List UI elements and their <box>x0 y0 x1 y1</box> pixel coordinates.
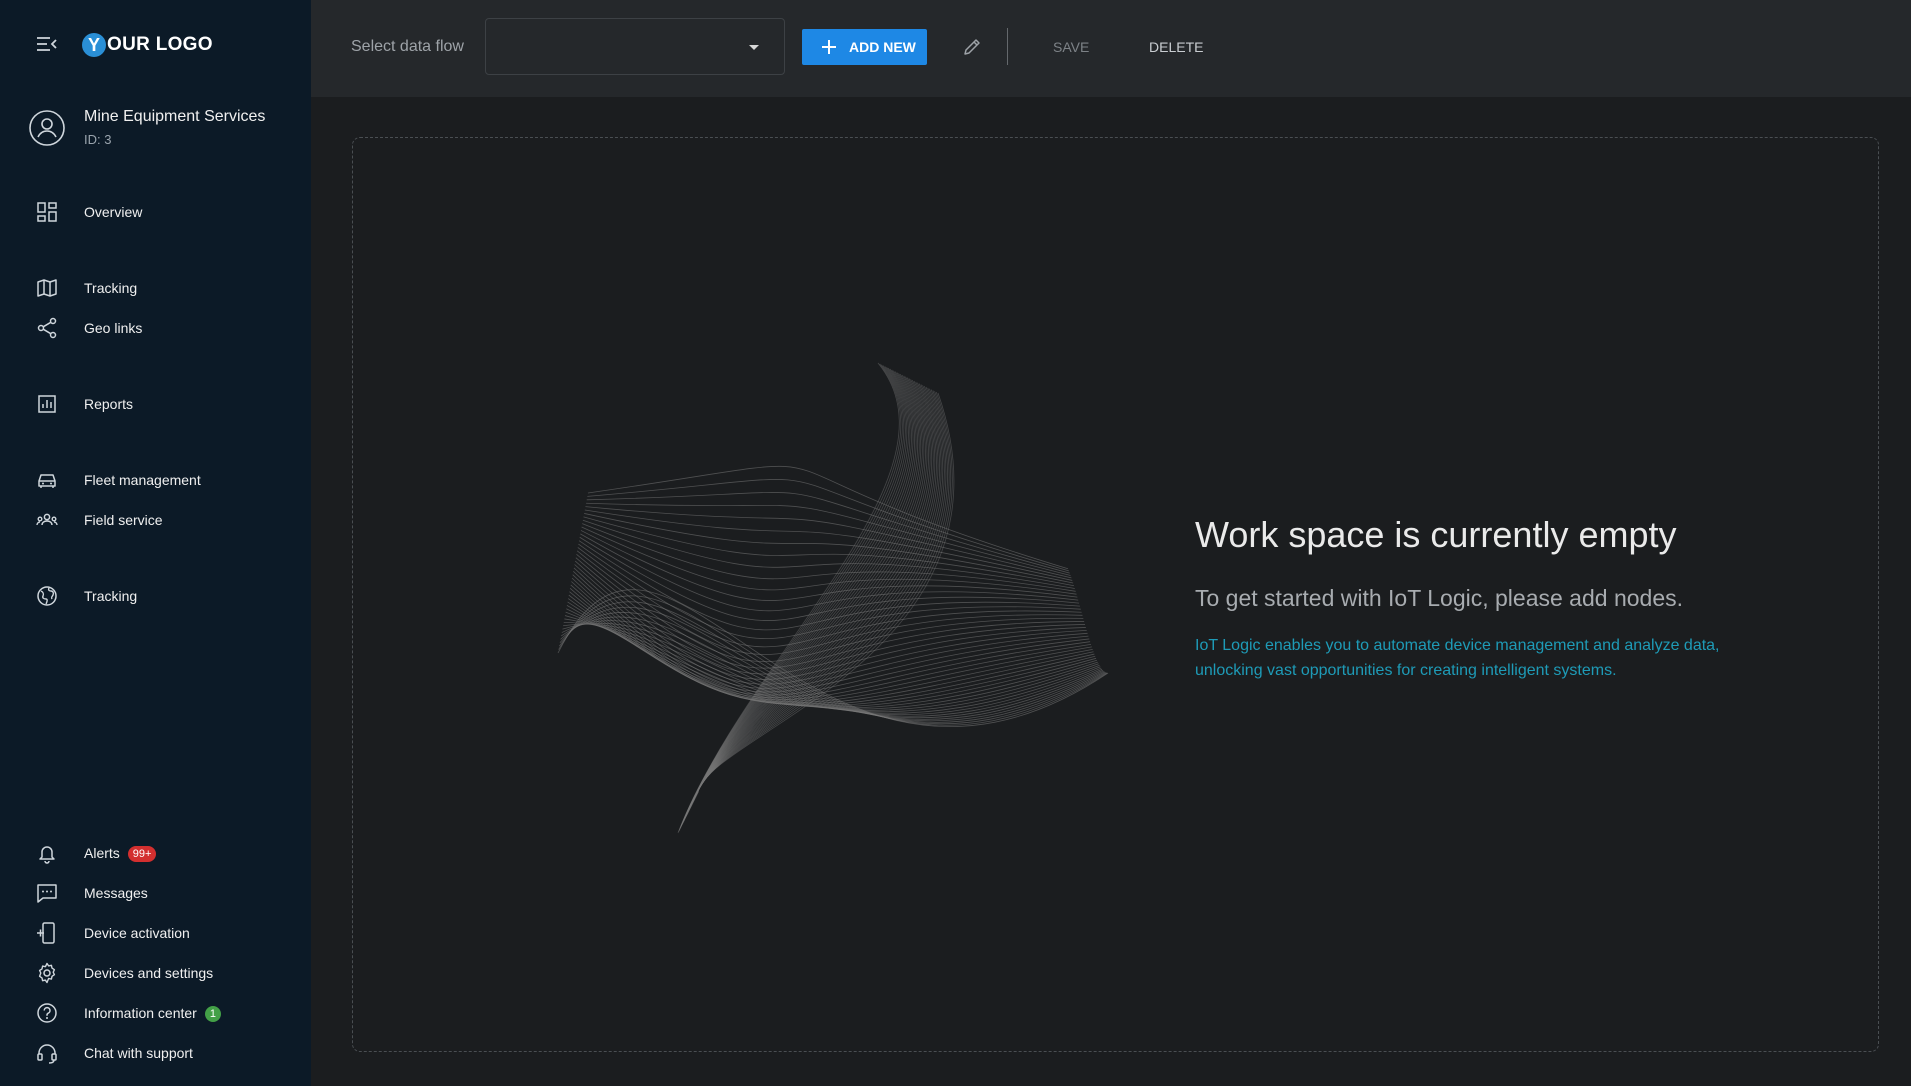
account-info[interactable]: Mine Equipment Services ID: 3 <box>0 98 311 158</box>
help-icon <box>37 1003 57 1023</box>
sidebar-item-reports[interactable]: Reports <box>0 386 311 422</box>
headset-icon <box>37 1044 57 1064</box>
account-id: ID: 3 <box>84 132 112 147</box>
dashboard-icon <box>37 202 57 222</box>
data-flow-select[interactable] <box>485 18 785 75</box>
empty-state-description: IoT Logic enables you to automate device… <box>1195 637 1720 679</box>
sidebar-item-messages[interactable]: Messages <box>0 875 311 911</box>
logo-mark: Y <box>82 33 106 57</box>
sidebar-item-label: Chat with support <box>84 1045 193 1061</box>
sidebar-item-label: Alerts 99+ <box>84 845 157 862</box>
sidebar-item-label: Tracking <box>84 588 138 604</box>
sidebar: Y OUR LOGO Mine Equipment Services ID: 3… <box>0 0 311 1086</box>
toolbar-divider <box>1007 28 1008 65</box>
wave-line <box>586 492 1070 574</box>
sidebar-item-label: Field service <box>84 512 163 528</box>
globe-icon <box>37 586 57 606</box>
wave-line <box>585 506 1072 579</box>
plus-icon <box>822 40 836 54</box>
sidebar-item-label: Information center 1 <box>84 1005 221 1022</box>
sidebar-item-tracking[interactable]: Tracking <box>0 270 311 306</box>
share-icon <box>37 317 57 339</box>
info-count-badge: 1 <box>204 1006 221 1022</box>
alerts-count-badge: 99+ <box>127 846 157 862</box>
device-add-icon <box>37 922 55 944</box>
people-icon <box>36 513 58 526</box>
bar-chart-icon <box>38 395 56 413</box>
gear-icon <box>38 962 56 984</box>
edit-pencil-icon[interactable] <box>961 36 983 58</box>
sidebar-item-text: Information center <box>84 1005 197 1021</box>
sidebar-item-label: Messages <box>84 885 148 901</box>
logo-text: OUR LOGO <box>107 34 213 55</box>
wave-line <box>579 536 1080 621</box>
sidebar-item-label: Overview <box>84 204 143 220</box>
sidebar-item-information-center[interactable]: Information center 1 <box>0 995 311 1031</box>
data-flow-label: Select data flow <box>351 38 464 55</box>
sidebar-item-label: Reports <box>84 396 134 412</box>
account-avatar-icon <box>29 110 65 146</box>
add-new-button[interactable]: ADD NEW <box>802 29 927 65</box>
sidebar-item-tracking-globe[interactable]: Tracking <box>0 578 311 614</box>
sidebar-item-geo-links[interactable]: Geo links <box>0 310 311 346</box>
account-name: Mine Equipment Services <box>84 108 266 125</box>
add-new-label: ADD NEW <box>849 39 916 55</box>
bell-icon <box>39 846 55 864</box>
wave-line <box>678 363 902 833</box>
toolbar: Select data flow ADD NEW SAVE DELETE <box>311 0 1911 97</box>
wave-line <box>678 364 903 831</box>
sidebar-item-chat-support[interactable]: Chat with support <box>0 1035 311 1071</box>
sidebar-item-overview[interactable]: Overview <box>0 194 311 230</box>
wave-illustration <box>557 362 1109 834</box>
sidebar-item-label: Tracking <box>84 280 138 296</box>
sidebar-item-device-activation[interactable]: Device activation <box>0 915 311 951</box>
sidebar-item-label: Fleet management <box>84 472 201 488</box>
wave-line <box>581 526 1077 595</box>
sidebar-item-text: Alerts <box>84 845 120 861</box>
wave-line <box>564 618 1100 713</box>
car-icon <box>38 474 56 488</box>
sidebar-item-devices-settings[interactable]: Devices and settings <box>0 955 311 991</box>
wave-line <box>587 465 1069 570</box>
dropdown-caret-icon <box>749 45 759 50</box>
message-icon <box>37 884 57 903</box>
menu-collapse-icon[interactable] <box>36 34 58 54</box>
workspace-canvas[interactable]: Work space is currently empty To get sta… <box>352 137 1879 1052</box>
sidebar-item-label: Geo links <box>84 320 143 336</box>
empty-state-title: Work space is currently empty <box>1195 514 1677 555</box>
wave-line <box>573 567 1087 685</box>
delete-button[interactable]: DELETE <box>1149 39 1203 55</box>
map-icon <box>37 279 57 297</box>
sidebar-item-alerts[interactable]: Alerts 99+ <box>0 835 311 871</box>
sidebar-item-fleet-management[interactable]: Fleet management <box>0 462 311 498</box>
logo[interactable]: Y OUR LOGO <box>82 32 213 58</box>
sidebar-item-label: Device activation <box>84 925 190 941</box>
sidebar-item-label: Devices and settings <box>84 965 214 981</box>
wave-line <box>584 509 1073 581</box>
sidebar-item-field-service[interactable]: Field service <box>0 502 311 538</box>
empty-state-subtitle: To get started with IoT Logic, please ad… <box>1195 585 1683 611</box>
wave-line <box>587 479 1069 572</box>
sidebar-header: Y OUR LOGO <box>0 0 311 88</box>
save-button[interactable]: SAVE <box>1053 39 1089 55</box>
